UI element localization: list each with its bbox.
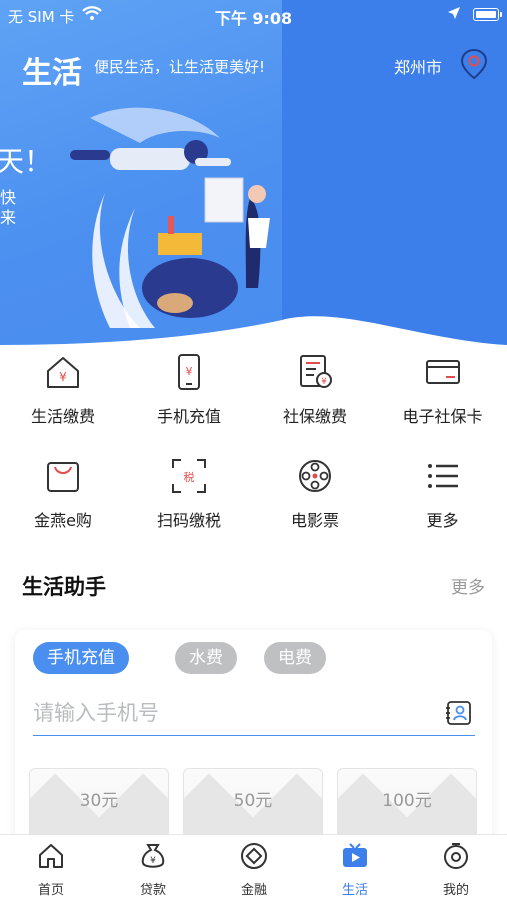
life-assistant-section: 生活助手 更多 手机充值 水费 电费 请输入手机号 30元 50元 100元 — [0, 535, 507, 845]
tab-electricity-fee[interactable]: 电费 — [264, 642, 326, 674]
banner-subtext-line1: 快 — [0, 188, 17, 207]
service-label: 手机充值 — [156, 407, 221, 426]
tab-label: 我的 — [442, 883, 469, 898]
banner-subtext: 快 来 — [0, 188, 16, 228]
page-title: 生活 — [22, 57, 82, 90]
svg-text:¥: ¥ — [150, 856, 156, 866]
city-selector[interactable]: 郑州市 — [394, 54, 442, 78]
house-yuan-icon: ¥ — [47, 357, 79, 388]
amount-label: 100元 — [382, 791, 432, 811]
banner-wave — [0, 316, 507, 345]
more-link[interactable]: 更多 — [451, 573, 485, 598]
service-scan-tax[interactable]: 税 扫码缴税 — [126, 457, 252, 531]
service-jinyan-shop[interactable]: 金燕e购 — [0, 457, 126, 531]
battery-icon — [473, 8, 502, 21]
services-grid: ¥ 生活缴费 ¥ 手机充值 ¥ 社保缴费 电子社保卡 金燕e购 税 扫码缴税 电… — [0, 345, 507, 535]
finance-icon — [241, 843, 267, 869]
svg-text:税: 税 — [184, 470, 195, 484]
location-arrow-icon — [448, 7, 460, 19]
service-living-payment[interactable]: ¥ 生活缴费 — [0, 353, 126, 427]
tab-life[interactable]: 生活 — [315, 841, 395, 898]
svg-text:¥: ¥ — [59, 370, 67, 384]
amount-option-100[interactable]: 100元 — [337, 768, 477, 843]
svg-text:¥: ¥ — [321, 377, 327, 387]
scan-tax-icon: 税 — [172, 459, 206, 493]
banner-headline: 天！ — [0, 145, 53, 178]
phone-placeholder: 请输入手机号 — [33, 701, 159, 725]
document-yuan-icon: ¥ — [300, 355, 332, 388]
tab-loan[interactable]: ¥ 贷款 — [113, 841, 193, 898]
banner-subtext-line2: 来 — [0, 208, 17, 227]
bottom-tab-bar: 首页 ¥ 贷款 金融 生活 我的 — [0, 834, 507, 900]
tab-water-fee[interactable]: 水费 — [175, 642, 237, 674]
tab-mine[interactable]: 我的 — [416, 841, 496, 898]
tv-play-icon — [343, 843, 367, 867]
service-more[interactable]: 更多 — [378, 457, 507, 531]
service-label: 扫码缴税 — [156, 511, 221, 530]
service-label: 电子社保卡 — [402, 407, 483, 426]
map-pin-icon[interactable] — [458, 48, 490, 80]
amount-option-30[interactable]: 30元 — [29, 768, 169, 843]
phone-number-input[interactable]: 请输入手机号 — [33, 690, 475, 736]
tab-label: 首页 — [37, 883, 64, 898]
service-label: 更多 — [426, 511, 459, 530]
status-bar: 无 SIM 卡 下午 9:08 — [0, 0, 507, 30]
service-movie-ticket[interactable]: 电影票 — [252, 457, 378, 531]
slogan: 便民生活，让生活更美好! — [94, 58, 266, 76]
amount-option-50[interactable]: 50元 — [183, 768, 323, 843]
tab-finance[interactable]: 金融 — [214, 841, 294, 898]
contacts-icon[interactable] — [445, 700, 473, 726]
service-social-insurance[interactable]: ¥ 社保缴费 — [252, 353, 378, 427]
home-icon — [39, 844, 63, 868]
service-social-card[interactable]: 电子社保卡 — [378, 353, 507, 427]
tab-home[interactable]: 首页 — [11, 841, 91, 898]
profile-icon — [444, 843, 468, 869]
amount-label: 30元 — [79, 791, 119, 811]
service-label: 社保缴费 — [282, 407, 347, 426]
phone-yuan-icon: ¥ — [178, 354, 200, 390]
clock: 下午 9:08 — [214, 9, 293, 28]
recharge-card: 手机充值 水费 电费 请输入手机号 30元 50元 100元 — [15, 630, 492, 845]
shopping-bag-icon — [47, 462, 79, 492]
banner[interactable]: 天！ 快 来 无 SIM 卡 下午 9:08 生活 便民生活，让生活更美好! 郑… — [0, 0, 507, 345]
tab-phone-topup[interactable]: 手机充值 — [33, 642, 129, 674]
service-label: 金燕e购 — [34, 511, 92, 530]
svg-text:¥: ¥ — [186, 365, 193, 378]
card-icon — [425, 360, 460, 384]
film-reel-icon — [299, 460, 331, 492]
amount-label: 50元 — [233, 791, 273, 811]
tab-label: 贷款 — [139, 883, 166, 898]
section-title: 生活助手 — [22, 575, 106, 599]
service-phone-topup[interactable]: ¥ 手机充值 — [126, 353, 252, 427]
tab-label: 生活 — [341, 883, 368, 898]
money-bag-icon: ¥ — [141, 844, 165, 868]
list-icon — [427, 464, 458, 488]
service-label: 生活缴费 — [30, 407, 95, 426]
service-label: 电影票 — [290, 511, 339, 530]
tab-label: 金融 — [240, 883, 267, 898]
